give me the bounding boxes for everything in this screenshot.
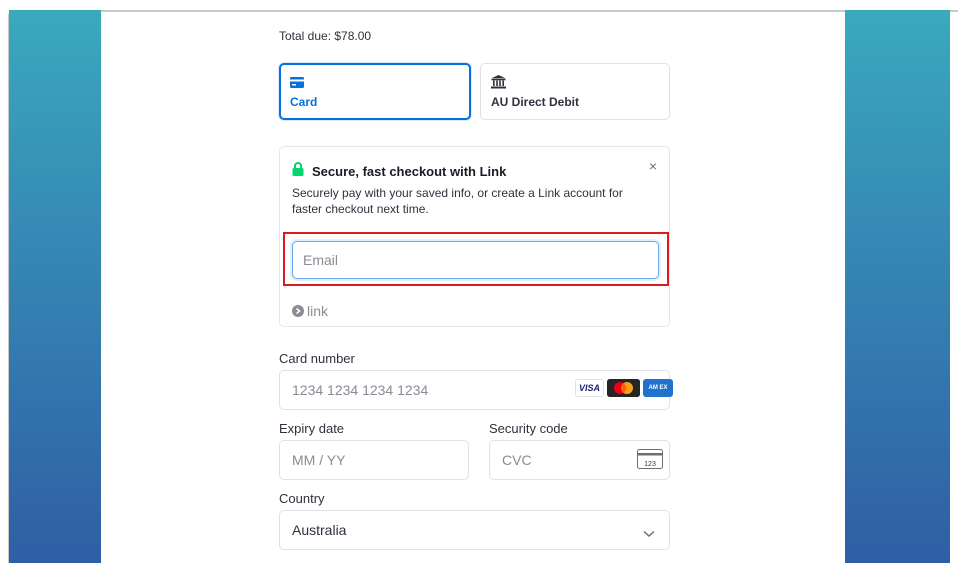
link-checkout-panel: Secure, fast checkout with Link × Secure…: [279, 146, 670, 327]
tab-au-direct-debit-label: AU Direct Debit: [491, 95, 580, 109]
link-panel-title: Secure, fast checkout with Link: [312, 164, 507, 179]
visa-icon: VISA: [575, 379, 604, 397]
expiry-input[interactable]: [279, 440, 469, 480]
security-code-label: Security code: [489, 421, 568, 436]
link-arrow-icon: [292, 305, 304, 317]
card-number-label: Card number: [279, 351, 355, 366]
tab-au-direct-debit[interactable]: AU Direct Debit: [480, 63, 670, 120]
tab-card[interactable]: Card: [279, 63, 471, 120]
amex-icon: AM EX: [643, 379, 673, 397]
country-select-value: Australia: [292, 522, 347, 538]
country-select[interactable]: Australia: [279, 510, 670, 550]
link-logo: link: [292, 303, 328, 319]
bank-icon: [491, 75, 506, 94]
chevron-down-icon: [643, 525, 655, 543]
right-background-panel: [845, 10, 950, 563]
card-brands: VISA AM EX: [575, 379, 673, 397]
tab-card-label: Card: [290, 95, 318, 109]
link-logo-text: link: [307, 303, 329, 319]
link-panel-description: Securely pay with your saved info, or cr…: [292, 186, 623, 216]
email-input[interactable]: [292, 241, 659, 279]
cvc-icon-text: 123: [644, 461, 656, 468]
left-background-panel: [9, 10, 101, 563]
card-icon: [290, 75, 304, 93]
total-due: Total due: $78.00: [279, 29, 372, 43]
lock-icon: [292, 162, 304, 181]
close-icon[interactable]: ×: [649, 159, 657, 173]
cvc-card-icon: 123: [637, 449, 663, 474]
mastercard-icon: [607, 379, 640, 397]
country-label: Country: [279, 491, 325, 506]
link-panel-header: Secure, fast checkout with Link: [292, 162, 506, 181]
expiry-label: Expiry date: [279, 421, 345, 436]
